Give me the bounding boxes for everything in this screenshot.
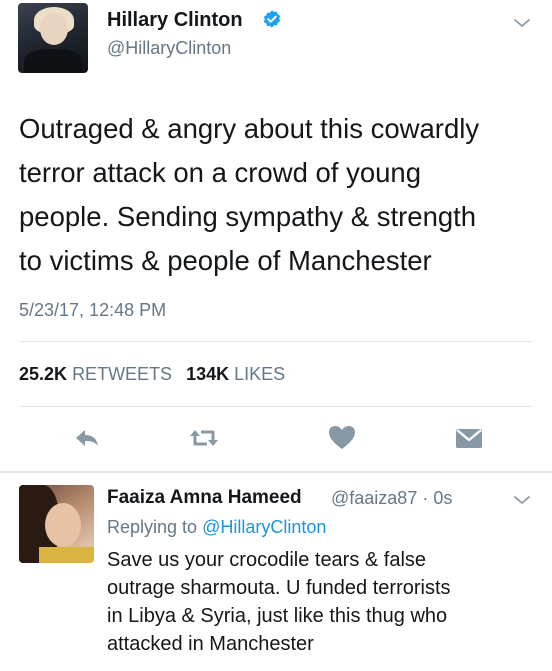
author-avatar[interactable] (18, 3, 88, 73)
tweet-timestamp[interactable]: 5/23/17, 12:48 PM (19, 300, 166, 321)
retweets-count[interactable]: 25.2K (19, 364, 67, 384)
reply-icon[interactable] (70, 421, 104, 455)
retweets-label[interactable]: RETWEETS (72, 364, 172, 384)
avatar-face (45, 503, 81, 547)
avatar-body (39, 547, 94, 563)
replying-mention[interactable]: @HillaryClinton (202, 517, 326, 537)
reply-author-handle[interactable]: @faaiza87 · 0s (331, 488, 452, 509)
avatar-face (40, 13, 68, 45)
reply-text: Save us your crocodile tears & false out… (107, 549, 451, 655)
reply-author-name[interactable]: Faaiza Amna Hameed (107, 487, 302, 509)
divider (19, 406, 533, 407)
divider (19, 341, 533, 342)
replying-to: Replying to @HillaryClinton (107, 517, 326, 538)
retweet-icon[interactable] (187, 421, 221, 455)
verified-badge-icon (263, 10, 281, 28)
likes-label[interactable]: LIKES (234, 364, 285, 384)
likes-count[interactable]: 134K (186, 364, 229, 384)
heart-icon[interactable] (325, 421, 359, 455)
reply-tweet: Faaiza Amna Hameed @faaiza87 · 0s Replyi… (0, 473, 552, 671)
tweet-actions (0, 421, 552, 455)
tweet-stats: 25.2K RETWEETS 134K LIKES (19, 364, 285, 385)
reply-author-avatar[interactable] (19, 485, 94, 563)
avatar-body (24, 49, 82, 73)
chevron-down-icon[interactable] (512, 16, 532, 30)
main-tweet: Hillary Clinton @HillaryClinton Outraged… (0, 0, 552, 470)
author-handle[interactable]: @HillaryClinton (107, 38, 231, 59)
message-icon[interactable] (452, 421, 486, 455)
author-name[interactable]: Hillary Clinton (107, 9, 243, 32)
replying-prefix: Replying to (107, 517, 198, 537)
tweet-text: Outraged & angry about this cowardly ter… (19, 113, 480, 276)
chevron-down-icon[interactable] (512, 493, 532, 507)
